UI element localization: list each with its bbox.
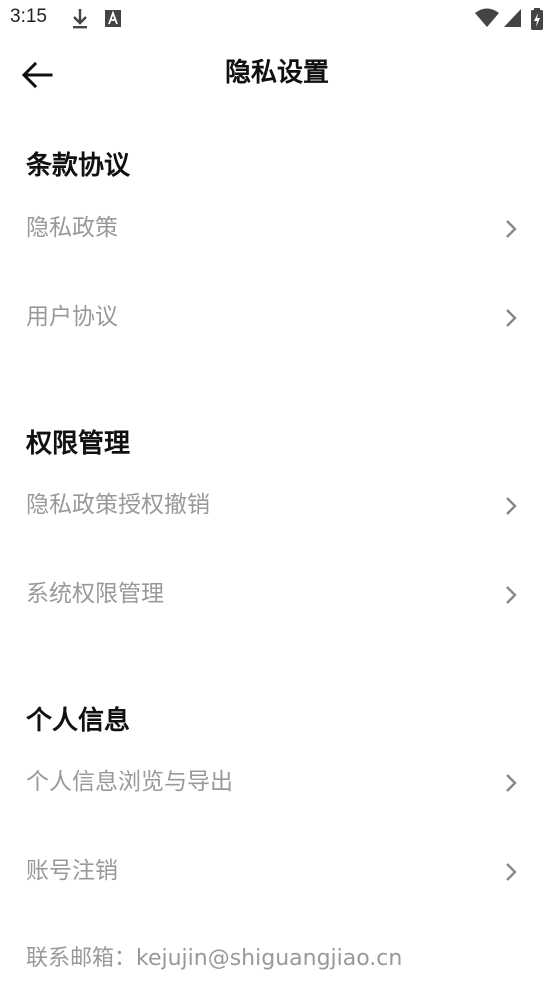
section-title-personal-info: 个人信息	[26, 706, 131, 736]
chevron-right-icon	[506, 863, 517, 881]
app-bar: 隐私设置	[0, 44, 554, 104]
row-label: 用户协议	[26, 304, 118, 330]
row-personal-info-export[interactable]: 个人信息浏览与导出	[0, 753, 554, 813]
battery-icon	[531, 8, 543, 30]
chevron-right-icon	[506, 220, 517, 238]
row-privacy-policy[interactable]: 隐私政策	[0, 199, 554, 259]
download-icon	[73, 9, 87, 29]
chevron-right-icon	[506, 774, 517, 792]
page-title: 隐私设置	[224, 58, 329, 88]
a-icon	[105, 10, 121, 27]
row-label: 隐私政策授权撤销	[26, 492, 210, 518]
row-label: 个人信息浏览与导出	[26, 769, 233, 795]
row-account-cancellation[interactable]: 账号注销	[0, 842, 554, 902]
chevron-right-icon	[506, 497, 517, 515]
row-label: 账号注销	[26, 858, 118, 884]
section-title-terms: 条款协议	[26, 151, 131, 181]
wifi-icon	[475, 8, 499, 27]
chevron-right-icon	[506, 309, 517, 327]
section-title-permissions: 权限管理	[26, 429, 131, 459]
contact-email: 联系邮箱：kejujin@shiguangjiao.cn	[26, 946, 403, 971]
signal-icon	[504, 9, 521, 27]
row-system-permission-management[interactable]: 系统权限管理	[0, 565, 554, 625]
status-time: 3:15	[10, 6, 47, 27]
status-bar: 3:15	[0, 0, 554, 38]
row-user-agreement[interactable]: 用户协议	[0, 288, 554, 348]
row-label: 隐私政策	[26, 215, 118, 241]
row-label: 系统权限管理	[26, 581, 164, 607]
chevron-right-icon	[506, 586, 517, 604]
row-revoke-privacy-authorization[interactable]: 隐私政策授权撤销	[0, 476, 554, 536]
